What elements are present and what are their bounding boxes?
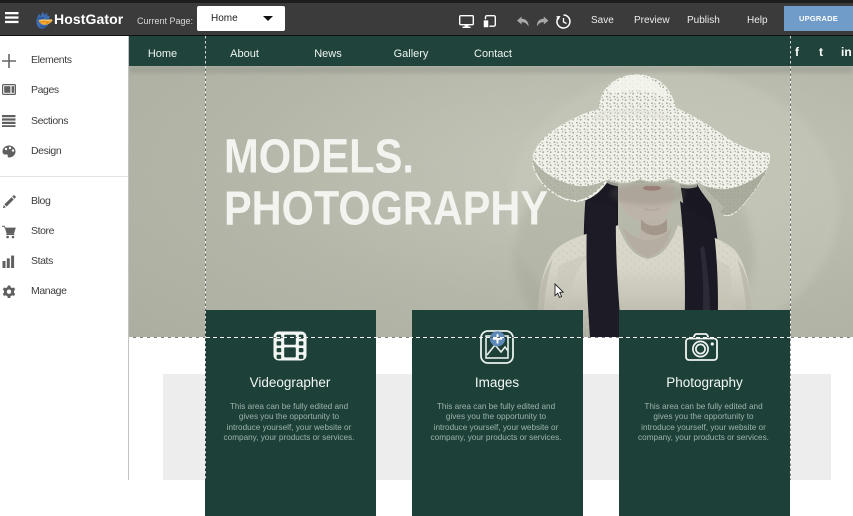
svg-text:MODELS.: MODELS. xyxy=(224,131,414,184)
svg-text:PHOTOGRAPHY: PHOTOGRAPHY xyxy=(224,183,548,236)
